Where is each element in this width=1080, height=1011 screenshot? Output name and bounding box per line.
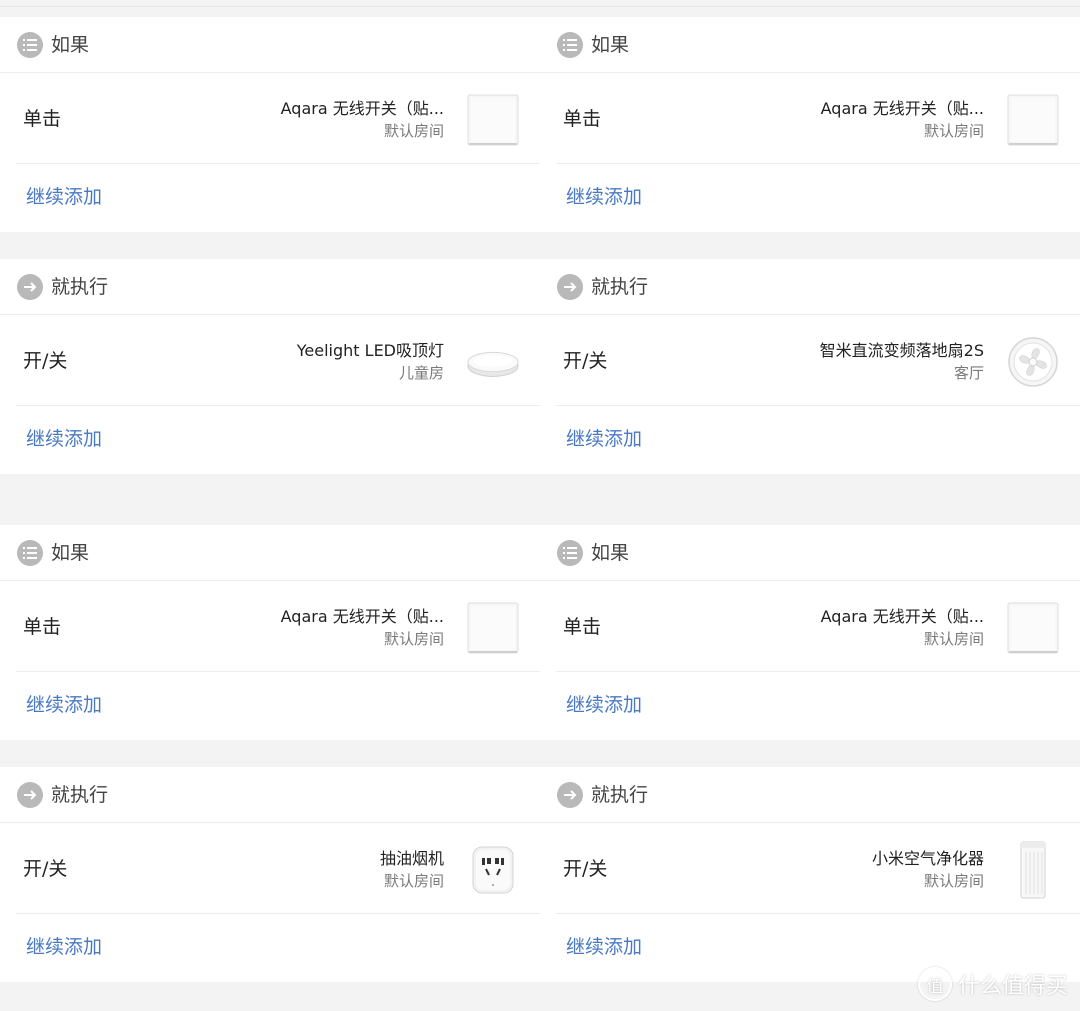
action-row[interactable]: 开/关 智米直流变频落地扇2S 客厅 (540, 315, 1080, 406)
device-room: 默认房间 (383, 122, 444, 140)
device-name: 小米空气净化器 (871, 849, 984, 868)
trigger-row[interactable]: 单击 Aqara 无线开关（贴... 默认房间 (540, 73, 1080, 164)
ceiling-light-image (466, 335, 520, 389)
if-card: 如果 单击 Aqara 无线开关（贴... 默认房间 继续添加 (540, 525, 1080, 740)
if-header: 如果 (540, 17, 1080, 73)
add-more-link[interactable]: 继续添加 (26, 184, 102, 210)
trigger-row[interactable]: 单击 Aqara 无线开关（贴... 默认房间 (0, 73, 540, 164)
action-label: 开/关 (23, 350, 68, 372)
if-title: 如果 (591, 34, 630, 56)
add-more-row: 继续添加 (540, 406, 1080, 474)
if-card: 如果 单击 Aqara 无线开关（贴... 默认房间 继续添加 (540, 17, 1080, 232)
list-icon (557, 540, 583, 566)
if-header: 如果 (0, 17, 540, 73)
wall-switch-image (1006, 601, 1060, 655)
if-card: 如果 单击 Aqara 无线开关（贴... 默认房间 继续添加 (0, 525, 540, 740)
add-more-link[interactable]: 继续添加 (26, 692, 102, 718)
then-header: 就执行 (0, 767, 540, 823)
then-title: 就执行 (591, 276, 649, 298)
add-more-link[interactable]: 继续添加 (566, 692, 642, 718)
action-label: 开/关 (563, 350, 608, 372)
then-card: 就执行 开/关 Yeelight LED吸顶灯 儿童房 继续添加 (0, 259, 540, 474)
action-row[interactable]: 开/关 抽油烟机 默认房间 (0, 823, 540, 914)
action-label: 开/关 (563, 858, 608, 880)
then-header: 就执行 (540, 259, 1080, 315)
watermark: 值 什么值得买 (917, 967, 1068, 1001)
trigger-action: 单击 (563, 616, 602, 638)
add-more-row: 继续添加 (0, 672, 540, 740)
wall-switch-image (1006, 93, 1060, 147)
list-icon (17, 540, 43, 566)
add-more-row: 继续添加 (540, 164, 1080, 232)
wall-switch-image (466, 93, 520, 147)
add-more-link[interactable]: 继续添加 (566, 184, 642, 210)
add-more-row: 继续添加 (540, 672, 1080, 740)
fan-image (1006, 335, 1060, 389)
if-title: 如果 (51, 542, 90, 564)
then-title: 就执行 (591, 784, 649, 806)
device-room: 儿童房 (398, 364, 444, 382)
then-card: 就执行 开/关 抽油烟机 默认房间 继续添加 (0, 767, 540, 982)
then-header: 就执行 (0, 259, 540, 315)
watermark-logo-icon: 值 (917, 967, 952, 1001)
trigger-action: 单击 (23, 616, 62, 638)
action-label: 开/关 (23, 858, 68, 880)
device-room: 默认房间 (923, 872, 984, 890)
device-name: Aqara 无线开关（贴... (820, 99, 984, 118)
trigger-row[interactable]: 单击 Aqara 无线开关（贴... 默认房间 (540, 581, 1080, 672)
watermark-text: 什么值得买 (957, 974, 1068, 999)
device-name: Yeelight LED吸顶灯 (296, 341, 444, 360)
arrow-right-icon (17, 782, 43, 808)
device-room: 默认房间 (383, 630, 444, 648)
trigger-action: 单击 (563, 108, 602, 130)
add-more-row: 继续添加 (0, 406, 540, 474)
device-room: 客厅 (953, 364, 984, 382)
trigger-action: 单击 (23, 108, 62, 130)
add-more-link[interactable]: 继续添加 (566, 934, 642, 960)
action-row[interactable]: 开/关 Yeelight LED吸顶灯 儿童房 (0, 315, 540, 406)
then-header: 就执行 (540, 767, 1080, 823)
if-title: 如果 (591, 542, 630, 564)
add-more-row: 继续添加 (0, 914, 540, 982)
top-strip (0, 0, 1080, 7)
if-header: 如果 (0, 525, 540, 581)
device-name: Aqara 无线开关（贴... (280, 99, 444, 118)
add-more-link[interactable]: 继续添加 (26, 426, 102, 452)
device-room: 默认房间 (383, 872, 444, 890)
add-more-link[interactable]: 继续添加 (566, 426, 642, 452)
then-card: 就执行 开/关 智米直流变频落地扇2S 客厅 继续添加 (540, 259, 1080, 474)
arrow-right-icon (557, 782, 583, 808)
then-title: 就执行 (51, 276, 109, 298)
wall-switch-image (466, 601, 520, 655)
if-title: 如果 (51, 34, 90, 56)
arrow-right-icon (17, 274, 43, 300)
list-icon (557, 32, 583, 58)
then-card: 就执行 开/关 小米空气净化器 默认房间 继续添加 (540, 767, 1080, 982)
device-room: 默认房间 (923, 122, 984, 140)
list-icon (17, 32, 43, 58)
arrow-right-icon (557, 274, 583, 300)
action-row[interactable]: 开/关 小米空气净化器 默认房间 (540, 823, 1080, 914)
device-name: Aqara 无线开关（贴... (820, 607, 984, 626)
device-name: 智米直流变频落地扇2S (819, 341, 984, 360)
add-more-link[interactable]: 继续添加 (26, 934, 102, 960)
device-room: 默认房间 (923, 630, 984, 648)
then-title: 就执行 (51, 784, 109, 806)
add-more-row: 继续添加 (0, 164, 540, 232)
smart-plug-image (466, 843, 520, 897)
trigger-row[interactable]: 单击 Aqara 无线开关（贴... 默认房间 (0, 581, 540, 672)
air-purifier-image (1006, 841, 1060, 899)
if-card: 如果 单击 Aqara 无线开关（贴... 默认房间 继续添加 (0, 17, 540, 232)
device-name: 抽油烟机 (379, 849, 444, 868)
if-header: 如果 (540, 525, 1080, 581)
device-name: Aqara 无线开关（贴... (280, 607, 444, 626)
